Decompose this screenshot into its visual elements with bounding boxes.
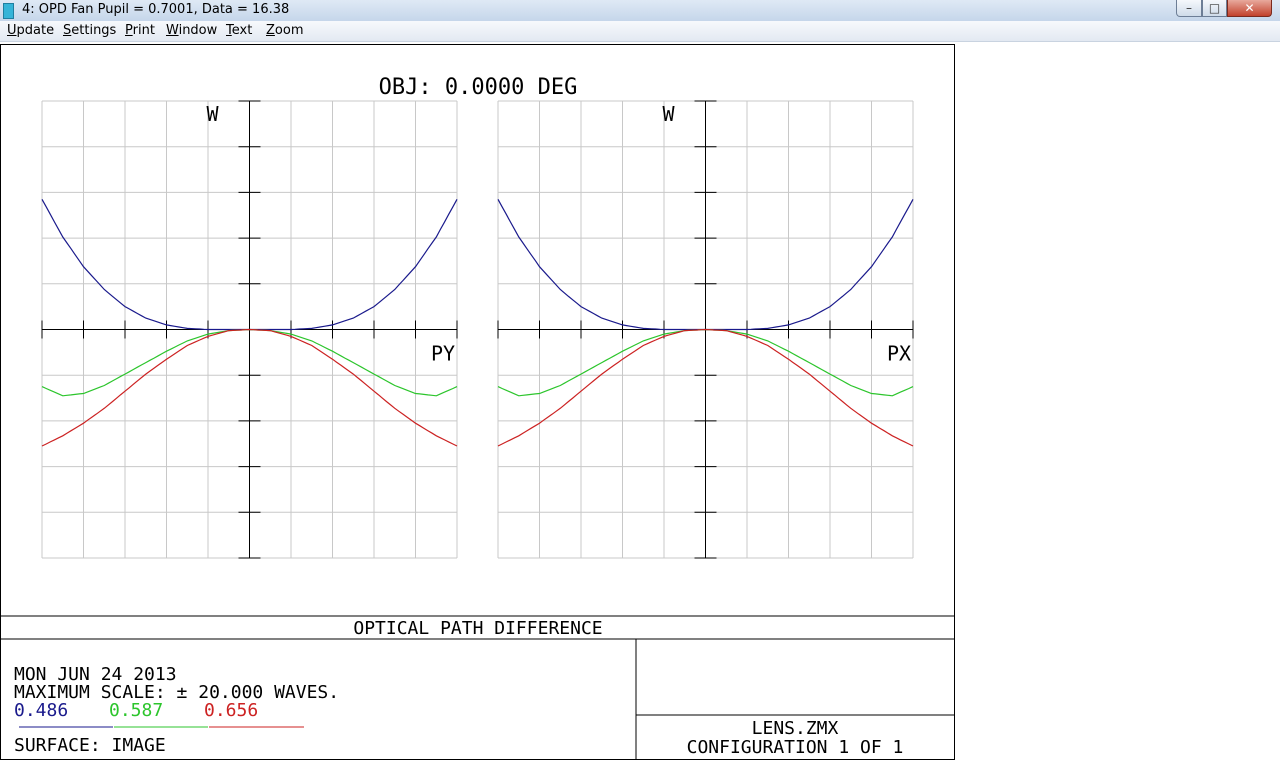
surface-text: SURFACE: IMAGE — [14, 735, 166, 756]
menu-settings[interactable]: Settings — [63, 23, 116, 38]
menu-zoom[interactable]: Zoom — [266, 23, 303, 38]
y-axis-label: W — [663, 102, 676, 126]
minimize-button[interactable]: – — [1176, 0, 1202, 17]
chart-right: W PX — [497, 100, 914, 559]
chart-left: W PY — [41, 100, 458, 559]
legend-label-green: 0.587 — [109, 700, 163, 721]
y-axis-label: W — [207, 102, 220, 126]
footer-title: OPTICAL PATH DIFFERENCE — [353, 618, 602, 639]
menu-window[interactable]: Window — [166, 23, 217, 38]
legend-label-blue: 0.486 — [14, 700, 68, 721]
configuration-text: CONFIGURATION 1 OF 1 — [687, 737, 904, 758]
maximize-button[interactable]: □ — [1202, 0, 1227, 17]
plot-canvas: OBJ: 0.0000 DEG W PY W PX OPTICAL PATH DIF… — [0, 75, 955, 760]
x-axis-label: PY — [431, 342, 455, 366]
x-axis-label: PX — [887, 342, 911, 366]
plot-title: OBJ: 0.0000 DEG — [379, 75, 578, 100]
plot-frame: OBJ: 0.0000 DEG W PY W PX OPTICAL PATH DIF… — [0, 44, 955, 760]
window-title: 4: OPD Fan Pupil = 0.7001, Data = 16.38 — [22, 2, 290, 17]
menu-text[interactable]: Text — [226, 23, 252, 38]
title-bar[interactable]: 4: OPD Fan Pupil = 0.7001, Data = 16.38 … — [0, 0, 1280, 22]
close-button[interactable]: ✕ — [1227, 0, 1272, 17]
lens-file-name: LENS.ZMX — [752, 718, 839, 739]
legend-label-red: 0.656 — [204, 700, 258, 721]
app-icon[interactable] — [3, 3, 14, 19]
menu-print[interactable]: Print — [125, 23, 155, 38]
menu-update[interactable]: Update — [7, 23, 54, 38]
menu-bar: Update Settings Print Window Text Zoom — [0, 21, 1280, 42]
